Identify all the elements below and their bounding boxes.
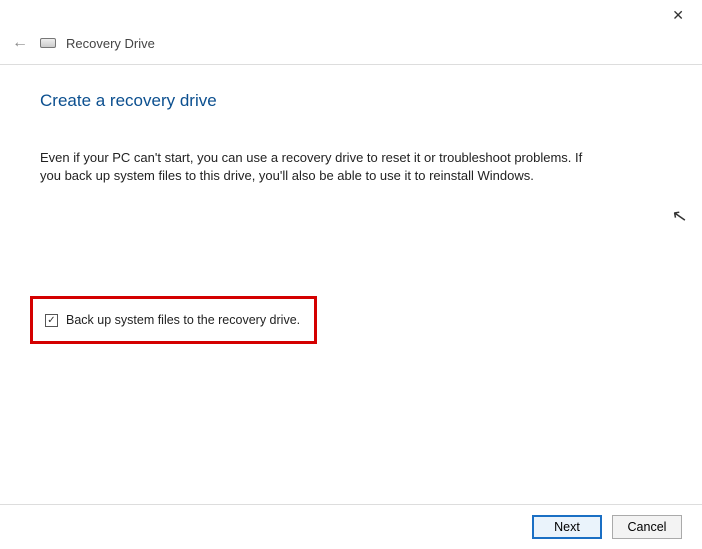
page-description: Even if your PC can't start, you can use… xyxy=(40,149,600,185)
page-heading: Create a recovery drive xyxy=(40,91,662,111)
backup-checkbox-label: Back up system files to the recovery dri… xyxy=(66,313,300,327)
cancel-button[interactable]: Cancel xyxy=(612,515,682,539)
footer: Next Cancel xyxy=(0,504,702,549)
titlebar: ✕ xyxy=(0,0,702,30)
backup-checkbox-group[interactable]: ✓ Back up system files to the recovery d… xyxy=(30,296,317,344)
content-area: Create a recovery drive Even if your PC … xyxy=(0,65,702,185)
close-icon[interactable]: ✕ xyxy=(672,7,684,24)
window-title: Recovery Drive xyxy=(66,36,155,51)
wizard-header: ← Recovery Drive xyxy=(0,30,702,65)
checkbox-icon[interactable]: ✓ xyxy=(45,314,58,327)
drive-icon xyxy=(40,38,56,48)
back-arrow-icon[interactable]: ← xyxy=(10,34,30,52)
next-button[interactable]: Next xyxy=(532,515,602,539)
cursor-icon: ↖ xyxy=(670,205,689,228)
